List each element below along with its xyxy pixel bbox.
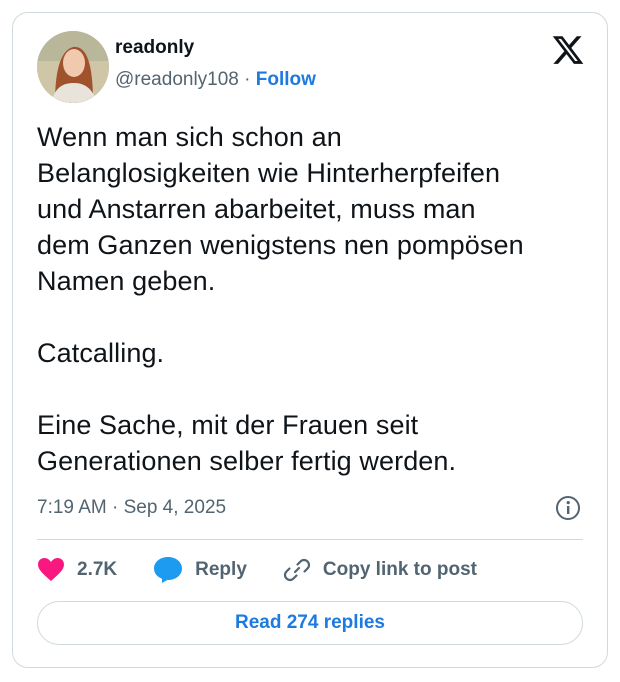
avatar[interactable]	[37, 31, 109, 103]
follow-button[interactable]: Follow	[256, 69, 316, 90]
post-timestamp[interactable]: 7:19 AM · Sep 4, 2025	[37, 497, 226, 519]
like-button[interactable]: 2.7K	[37, 557, 117, 583]
like-count: 2.7K	[77, 559, 118, 580]
author-handle[interactable]: @readonly108	[115, 69, 239, 90]
reply-button[interactable]: Reply	[153, 556, 247, 584]
reply-label: Reply	[195, 559, 247, 580]
speech-bubble-icon	[154, 557, 183, 583]
heart-icon	[38, 558, 64, 581]
author-display-name[interactable]: readonly	[115, 37, 194, 59]
post-text: Wenn man sich schon an Belanglosigkeiten…	[37, 122, 524, 476]
read-replies-label: Read 274 replies	[235, 612, 385, 633]
link-icon	[283, 558, 310, 582]
divider	[37, 539, 583, 540]
copy-link-label: Copy link to post	[322, 559, 477, 580]
separator-dot: ·	[244, 69, 251, 90]
x-logo-icon[interactable]	[551, 33, 585, 67]
action-bar: 2.7K Reply Copy link to post	[37, 555, 477, 585]
avatar-image	[37, 31, 109, 103]
copy-link-button[interactable]: Copy link to post	[283, 556, 477, 584]
read-replies-button[interactable]: Read 274 replies	[37, 601, 583, 645]
author-handle-row: @readonly108 · Follow	[115, 69, 316, 91]
info-icon[interactable]	[555, 495, 581, 521]
embedded-post-card: readonly @readonly108 · Follow Wenn man …	[12, 12, 608, 668]
